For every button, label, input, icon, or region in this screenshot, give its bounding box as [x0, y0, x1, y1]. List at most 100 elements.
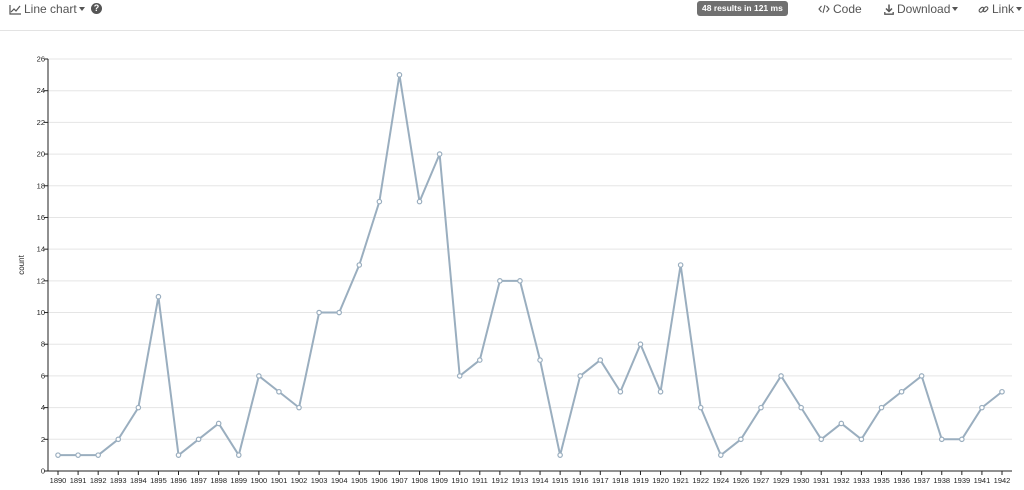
x-tick-label: 1937 — [913, 476, 930, 485]
x-tick-label: 1898 — [210, 476, 227, 485]
x-tick-label: 1936 — [893, 476, 910, 485]
x-tick-label: 1904 — [331, 476, 348, 485]
data-point — [517, 278, 523, 284]
x-tick-label: 1893 — [110, 476, 127, 485]
x-tick-label: 1915 — [552, 476, 569, 485]
help-icon[interactable]: ? — [91, 3, 102, 14]
data-point — [637, 341, 644, 348]
x-tick-label: 1908 — [411, 476, 428, 485]
data-point — [436, 151, 443, 157]
data-point — [959, 436, 965, 443]
y-tick-label: 20 — [37, 150, 45, 159]
x-tick-label: 1906 — [371, 476, 388, 485]
data-point — [838, 420, 845, 427]
data-point — [938, 436, 945, 443]
x-tick-label: 1933 — [853, 476, 870, 485]
data-point — [175, 452, 182, 458]
data-point — [155, 293, 162, 300]
data-point — [95, 452, 101, 458]
toolbar: Line chart ? 48 results in 121 ms Code D… — [0, 0, 1024, 31]
data-point — [396, 72, 403, 78]
y-tick-label: 24 — [37, 86, 45, 95]
x-tick-label: 1942 — [994, 476, 1011, 485]
x-tick-label: 1894 — [130, 476, 147, 485]
data-point — [376, 198, 383, 205]
data-point — [858, 436, 865, 443]
x-tick-label: 1920 — [652, 476, 669, 485]
y-tick-label: 0 — [41, 467, 45, 476]
data-point — [617, 388, 624, 395]
x-tick-label: 1912 — [492, 476, 509, 485]
data-point — [537, 357, 543, 363]
data-point — [758, 404, 764, 411]
x-tick-label: 1896 — [170, 476, 187, 485]
download-label: Download — [897, 2, 951, 16]
y-axis-title: count — [17, 254, 26, 274]
x-tick-label: 1905 — [351, 476, 368, 485]
x-tick-label: 1922 — [692, 476, 709, 485]
download-dropdown[interactable]: Download — [884, 0, 959, 18]
data-point — [296, 404, 302, 411]
link-icon — [978, 5, 989, 13]
x-tick-label: 1903 — [311, 476, 328, 485]
x-tick-label: 1939 — [953, 476, 970, 485]
data-point — [276, 388, 282, 395]
code-label: Code — [833, 2, 862, 16]
data-point — [256, 373, 262, 379]
y-tick-label: 16 — [37, 213, 45, 222]
series-line — [58, 73, 1003, 457]
data-point — [718, 452, 724, 458]
x-tick-label: 1930 — [793, 476, 810, 485]
data-point — [456, 373, 463, 379]
y-tick-label: 8 — [41, 340, 45, 349]
y-tick-label: 12 — [37, 276, 45, 285]
y-tick-label: 22 — [37, 118, 45, 127]
x-tick-label: 1921 — [672, 476, 689, 485]
x-tick-label: 1938 — [933, 476, 950, 485]
data-point — [778, 373, 784, 379]
x-tick-label: 1931 — [813, 476, 830, 485]
data-point — [215, 420, 222, 427]
data-point — [979, 404, 985, 411]
x-tick-label: 1941 — [974, 476, 991, 485]
data-point — [798, 404, 804, 411]
data-point — [55, 452, 61, 458]
y-tick-label: 10 — [37, 308, 45, 317]
y-tick-label: 26 — [37, 55, 45, 64]
y-tick-label: 4 — [41, 403, 45, 412]
chevron-down-icon — [78, 7, 85, 11]
chart-type-dropdown[interactable]: Line chart — [9, 0, 85, 18]
data-point — [818, 436, 825, 443]
y-tick-label: 14 — [37, 245, 45, 254]
code-icon — [818, 4, 830, 14]
x-tick-label: 1917 — [592, 476, 609, 485]
data-point — [235, 452, 242, 458]
x-tick-label: 1927 — [753, 476, 770, 485]
download-icon — [884, 4, 894, 15]
data-point — [356, 262, 363, 268]
x-tick-label: 1926 — [733, 476, 750, 485]
data-point — [476, 357, 483, 363]
data-point — [195, 436, 202, 443]
data-point — [557, 452, 563, 458]
x-tick-label: 1935 — [873, 476, 890, 485]
data-point — [657, 388, 664, 395]
x-tick-label: 1899 — [230, 476, 247, 485]
link-dropdown[interactable]: Link — [978, 0, 1023, 18]
data-point — [697, 404, 704, 411]
x-tick-label: 1897 — [190, 476, 207, 485]
x-tick-label: 1890 — [50, 476, 67, 485]
x-tick-label: 1913 — [512, 476, 529, 485]
data-point — [918, 373, 925, 379]
y-tick-label: 18 — [37, 181, 45, 190]
chevron-down-icon — [952, 7, 959, 11]
data-point — [75, 452, 81, 458]
x-tick-label: 1929 — [773, 476, 790, 485]
x-tick-label: 1892 — [90, 476, 107, 485]
code-button[interactable]: Code — [818, 0, 862, 18]
data-point — [898, 388, 905, 395]
data-point — [597, 357, 604, 363]
x-tick-label: 1911 — [472, 476, 488, 485]
y-tick-label: 2 — [41, 435, 45, 444]
data-point — [316, 309, 322, 316]
